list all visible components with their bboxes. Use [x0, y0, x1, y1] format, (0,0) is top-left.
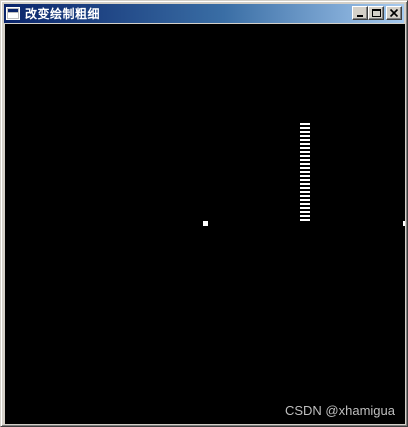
drawing-canvas[interactable]: CSDN @xhamigua — [5, 24, 405, 424]
caption-buttons — [352, 6, 402, 20]
window-app-icon[interactable] — [6, 7, 20, 20]
title-bar[interactable]: 改变绘制粗细 — [4, 4, 404, 23]
minimize-icon — [357, 15, 363, 17]
center-point — [203, 221, 208, 226]
thick-vertical-line — [300, 123, 310, 223]
app-window: 改变绘制粗细 CSDN @xhamigua — [0, 0, 408, 427]
edge-point — [403, 221, 405, 226]
minimize-button[interactable] — [352, 6, 368, 20]
maximize-icon — [372, 9, 381, 17]
close-icon — [389, 8, 399, 18]
close-button[interactable] — [386, 6, 402, 20]
watermark-text: CSDN @xhamigua — [284, 403, 395, 418]
window-title: 改变绘制粗细 — [25, 7, 101, 21]
maximize-button[interactable] — [368, 6, 384, 20]
